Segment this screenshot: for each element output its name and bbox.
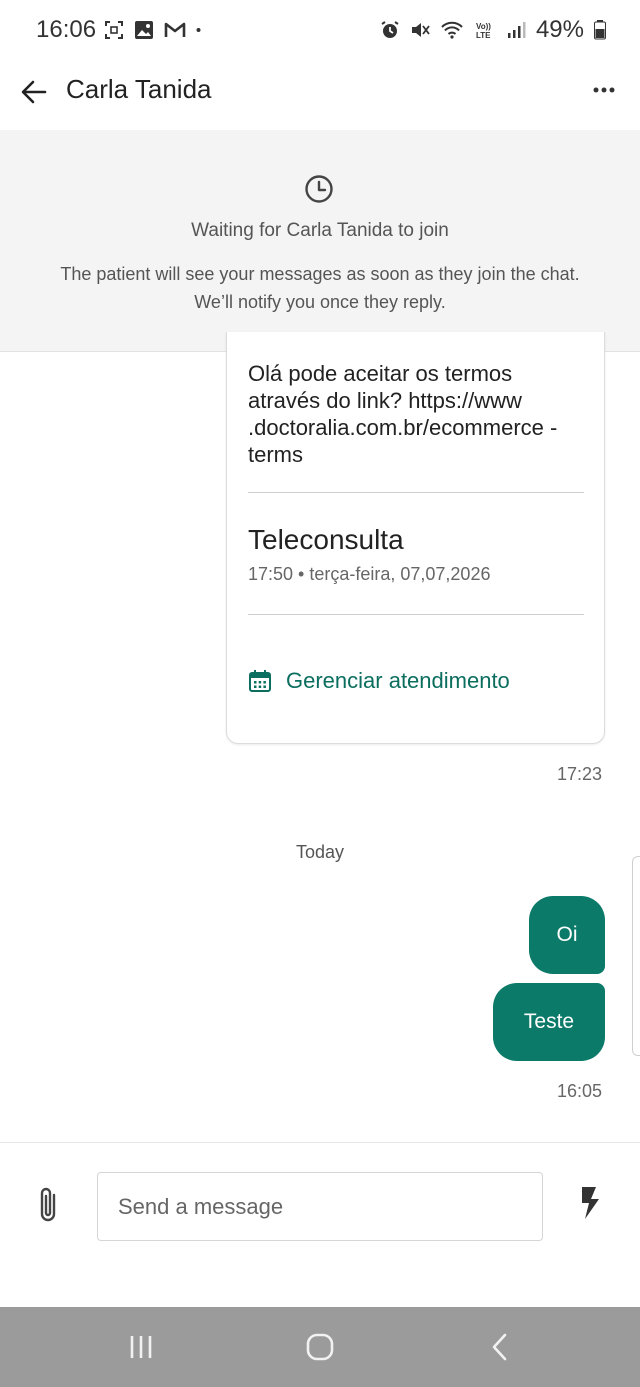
waiting-title: Waiting for Carla Tanida to join bbox=[191, 220, 449, 241]
status-time: 16:06 bbox=[36, 16, 97, 43]
wifi-icon bbox=[441, 21, 463, 39]
recent-apps-icon bbox=[130, 1336, 152, 1358]
status-right-icons: Vo)) LTE 49% bbox=[380, 16, 606, 44]
message-composer bbox=[0, 1142, 640, 1307]
svg-text:LTE: LTE bbox=[476, 31, 491, 40]
dot-icon bbox=[196, 28, 201, 32]
waiting-description: The patient will see your messages as so… bbox=[60, 264, 580, 312]
appointment-title: Teleconsulta bbox=[248, 524, 404, 555]
message-timestamp: 17:23 bbox=[556, 764, 602, 784]
battery-percent: 49% bbox=[535, 16, 584, 43]
battery-icon bbox=[594, 20, 606, 40]
status-left-icons bbox=[104, 20, 206, 40]
message-bubble[interactable]: Teste bbox=[493, 983, 605, 1061]
message-text: Teste bbox=[523, 1010, 575, 1033]
signal-icon bbox=[507, 22, 526, 38]
back-button[interactable] bbox=[16, 74, 52, 110]
quick-replies-button[interactable] bbox=[578, 1185, 602, 1221]
volte-icon: Vo)) LTE bbox=[476, 22, 491, 40]
divider bbox=[248, 492, 584, 493]
home-button[interactable] bbox=[300, 1329, 340, 1365]
image-icon bbox=[135, 21, 153, 39]
mute-icon bbox=[411, 23, 430, 37]
message-timestamp: 16:05 bbox=[556, 1081, 602, 1101]
waiting-banner: Waiting for Carla Tanida to join The pat… bbox=[0, 130, 640, 352]
message-input[interactable] bbox=[97, 1172, 543, 1241]
home-icon bbox=[306, 1333, 334, 1361]
clock-icon bbox=[305, 175, 333, 203]
back-nav-button[interactable] bbox=[480, 1329, 520, 1365]
paperclip-icon bbox=[40, 1187, 56, 1222]
manage-appointment-link[interactable]: Gerenciar atendimento bbox=[248, 668, 510, 694]
message-bubble[interactable]: Oi bbox=[529, 896, 605, 974]
appointment-card: Olá pode aceitar os termos através do li… bbox=[226, 332, 605, 744]
chevron-left-icon bbox=[492, 1333, 507, 1361]
more-options-button[interactable] bbox=[588, 76, 620, 104]
chat-header: Carla Tanida bbox=[0, 62, 640, 130]
status-bar: 16:06 Vo)) LTE 49% bbox=[0, 0, 640, 62]
arrow-left-icon bbox=[21, 80, 47, 104]
message-text: Oi bbox=[556, 923, 578, 946]
screenshot-icon bbox=[105, 21, 123, 39]
appointment-datetime: 17:50 • terça-feira, 07,07,2026 bbox=[248, 564, 491, 584]
divider bbox=[248, 614, 584, 615]
gmail-icon bbox=[164, 22, 186, 37]
page-title: Carla Tanida bbox=[66, 74, 212, 104]
recent-apps-button[interactable] bbox=[121, 1329, 161, 1365]
system-nav-bar bbox=[0, 1307, 640, 1387]
alarm-icon bbox=[381, 21, 399, 38]
scroll-handle[interactable] bbox=[632, 856, 640, 1056]
svg-text:Vo)): Vo)) bbox=[476, 22, 491, 31]
manage-appointment-label: Gerenciar atendimento bbox=[286, 668, 510, 693]
more-horizontal-icon bbox=[593, 87, 615, 93]
appointment-message: Olá pode aceitar os termos através do li… bbox=[248, 361, 558, 467]
calendar-icon bbox=[249, 670, 271, 692]
day-separator: Today bbox=[295, 842, 345, 862]
lightning-icon bbox=[582, 1187, 599, 1219]
attach-button[interactable] bbox=[34, 1185, 64, 1225]
